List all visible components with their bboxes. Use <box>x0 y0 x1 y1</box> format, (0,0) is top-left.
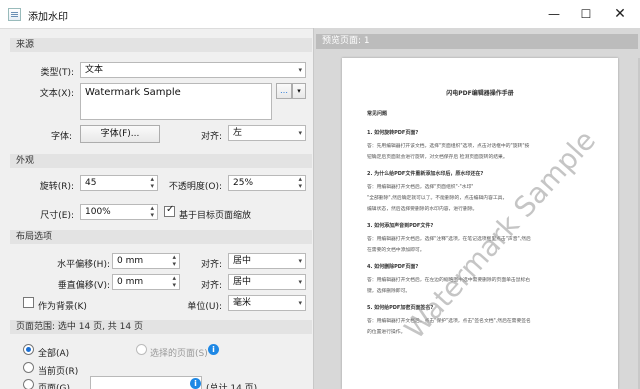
font-button[interactable]: 字体(F)... <box>80 125 160 143</box>
doc-line: 常见问题 <box>367 111 388 117</box>
insert-variable-dropdown[interactable]: ▾ <box>292 83 306 99</box>
spin-arrows-icon[interactable]: ▴ ▾ <box>298 176 302 190</box>
preview-panel: 预览页面: 1 闪电PDF编辑器操作手册 常见问题 1. 如何旋转PDF页面? 答：… <box>313 28 640 389</box>
spin-arrows-icon[interactable]: ▴ ▾ <box>150 205 154 219</box>
as-background-label: 作为背景(K) <box>38 302 87 312</box>
page-range-label: 页面(G) <box>38 384 70 389</box>
current-page-label: 当前页(R) <box>38 367 79 377</box>
close-button[interactable]: ✕ <box>604 2 636 26</box>
maximize-button[interactable]: ☐ <box>570 2 602 26</box>
title-bar: 添加水印 — ☐ ✕ <box>0 0 640 28</box>
size-label: 尺寸(E): <box>40 211 74 221</box>
spin-arrows-icon[interactable]: ▴ ▾ <box>150 176 154 190</box>
rotation-label: 旋转(R): <box>39 182 74 192</box>
doc-line: 键，选择删除即可。 <box>367 289 411 294</box>
selected-pages-label: 选择的页面(S) <box>150 349 208 359</box>
section-page-range: 页面范围: 选中 14 页, 共 14 页 <box>10 320 312 334</box>
relative-scale-label: 基于目标页面缩放 <box>179 211 252 221</box>
section-source: 来源 <box>10 38 312 52</box>
halign-label: 对齐: <box>200 260 222 270</box>
hoffset-label: 水平偏移(H): <box>57 260 110 270</box>
unit-value: 毫米 <box>233 298 252 308</box>
doc-line: 在需要的文档中添加即可。 <box>367 248 425 253</box>
section-layout: 布局选项 <box>10 230 312 244</box>
text-label: 文本(X): <box>39 89 74 99</box>
as-background-checkbox[interactable] <box>23 297 34 308</box>
doc-line: 答：用编辑器打开文档后，点击"保护"选项，点击"签名文档",然后在需要签名 <box>367 319 531 324</box>
chevron-down-icon: ▾ <box>298 299 302 307</box>
doc-line: 2. 为什么给PDF文件重新添加水印后，原水印还在? <box>367 171 484 177</box>
type-select[interactable]: 文本 ▾ <box>80 62 306 78</box>
hoffset-spinbox[interactable]: 0 mm ▴ ▾ <box>112 253 180 269</box>
section-appearance: 外观 <box>10 154 312 168</box>
spin-arrows-icon[interactable]: ▴ ▾ <box>172 275 176 289</box>
align-label: 对齐: <box>200 132 222 142</box>
hoffset-value: 0 mm <box>117 256 144 266</box>
unit-select[interactable]: 毫米 ▾ <box>228 295 306 311</box>
all-pages-radio[interactable] <box>23 344 34 355</box>
valign-select[interactable]: 居中 ▾ <box>228 274 306 290</box>
selected-pages-radio[interactable] <box>136 344 147 355</box>
doc-line: 钮确定后页面就会进行旋转，对文档保存后 检测页面旋转的结果。 <box>367 155 508 160</box>
rotation-value: 45 <box>85 178 97 188</box>
type-label: 类型(T): <box>40 68 74 78</box>
valign-label: 对齐: <box>200 281 222 291</box>
halign-select[interactable]: 居中 ▾ <box>228 253 306 269</box>
doc-line: 答：用编辑器打开文档后，选择"页面组织"-"水印" <box>367 185 474 190</box>
watermark-text-field[interactable]: Watermark Sample <box>80 83 272 120</box>
window-title: 添加水印 <box>28 12 68 23</box>
page-range-radio[interactable] <box>23 379 34 389</box>
app-icon <box>8 8 21 21</box>
info-icon[interactable]: i <box>208 344 219 355</box>
info-icon[interactable]: i <box>190 378 201 389</box>
doc-title: 闪电PDF编辑器操作手册 <box>446 90 514 97</box>
chevron-down-icon: ▾ <box>298 129 302 137</box>
unit-label: 单位(U): <box>187 302 222 312</box>
preview-page: 闪电PDF编辑器操作手册 常见问题 1. 如何旋转PDF页面? 答：先用编辑器打开该… <box>342 58 618 389</box>
opacity-spinbox[interactable]: 25% ▴ ▾ <box>228 175 306 191</box>
voffset-spinbox[interactable]: 0 mm ▴ ▾ <box>112 274 180 290</box>
font-label: 字体: <box>50 132 72 142</box>
halign-value: 居中 <box>233 256 252 266</box>
minimize-button[interactable]: — <box>538 2 570 26</box>
rotation-spinbox[interactable]: 45 ▴ ▾ <box>80 175 158 191</box>
opacity-value: 25% <box>233 178 254 188</box>
chevron-down-icon: ▾ <box>298 278 302 286</box>
size-spinbox[interactable]: 100% ▴ ▾ <box>80 204 158 220</box>
page-total-label: (总计 14 页) <box>206 384 258 389</box>
relative-scale-checkbox[interactable] <box>164 204 175 217</box>
chevron-down-icon: ▾ <box>298 257 302 265</box>
type-select-value: 文本 <box>85 65 104 75</box>
doc-line: 4. 如何删除PDF页面? <box>367 264 419 270</box>
valign-value: 居中 <box>233 277 252 287</box>
chevron-down-icon: ▾ <box>298 66 302 74</box>
insert-variable-button[interactable]: … <box>276 83 292 99</box>
size-value: 100% <box>85 207 111 217</box>
align-select[interactable]: 左 ▾ <box>228 125 306 141</box>
voffset-value: 0 mm <box>117 277 144 287</box>
preview-header: 预览页面: 1 <box>316 34 638 49</box>
spin-arrows-icon[interactable]: ▴ ▾ <box>172 254 176 268</box>
doc-line: "全部删除",然后确定就可以了。不能删除的，点击编辑内容工具， <box>367 196 508 201</box>
current-page-radio[interactable] <box>23 362 34 373</box>
page-range-input[interactable] <box>90 376 202 389</box>
doc-line: 编辑状态，然后选择要删除的水印内容，进行删除。 <box>367 207 478 212</box>
doc-line: 1. 如何旋转PDF页面? <box>367 130 419 136</box>
watermark-text-value: Watermark Sample <box>85 87 181 98</box>
voffset-label: 垂直偏移(V): <box>57 281 110 291</box>
doc-line: 3. 如何添加声音到PDF文件? <box>367 223 434 229</box>
opacity-label: 不透明度(O): <box>168 182 222 192</box>
all-pages-label: 全部(A) <box>38 349 70 359</box>
align-select-value: 左 <box>233 128 243 138</box>
doc-line: 答：先用编辑器打开该文档，选择"页面组织"选项，点击对话框中的"旋转"按 <box>367 144 530 149</box>
settings-panel: 来源 类型(T): 文本 ▾ 文本(X): Watermark Sample …… <box>0 28 313 389</box>
